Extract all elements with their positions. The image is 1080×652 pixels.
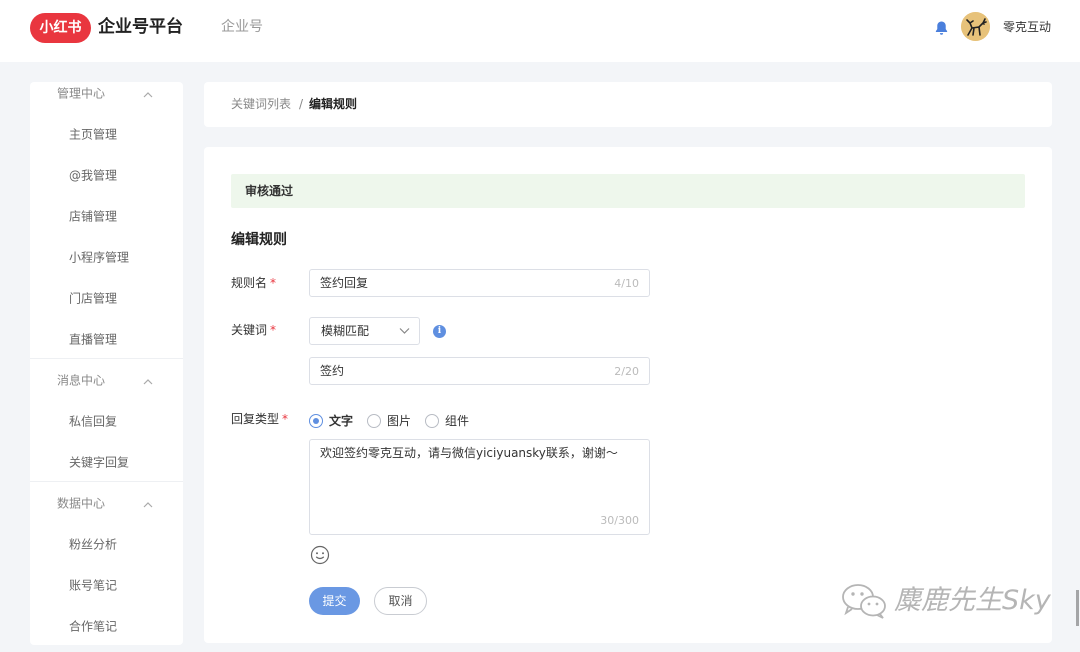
radio-dot xyxy=(367,414,381,428)
radio-dot xyxy=(309,414,323,428)
sidebar-item-dm-reply[interactable]: 私信回复 xyxy=(30,400,183,441)
radio-label: 文字 xyxy=(329,414,354,428)
status-banner: 审核通过 xyxy=(231,174,1025,208)
sidebar-item-label: 小程序管理 xyxy=(69,250,130,264)
match-mode-value: 模糊匹配 xyxy=(321,324,370,338)
sidebar-group-label: 管理中心 xyxy=(57,86,106,100)
sidebar-item-mentions[interactable]: @我管理 xyxy=(30,154,183,195)
sidebar-item-label: 账号笔记 xyxy=(69,578,118,592)
radio-dot xyxy=(425,414,439,428)
sidebar-item-label: 合作笔记 xyxy=(69,619,118,633)
wechat-icon xyxy=(842,584,886,619)
chevron-down-icon xyxy=(399,328,410,334)
radio-label: 图片 xyxy=(387,414,412,428)
breadcrumb: 关键词列表 / 编辑规则 xyxy=(204,82,1052,127)
sidebar-item-label: @我管理 xyxy=(69,168,118,182)
scrollbar-edge xyxy=(1076,590,1079,626)
emoji-icon[interactable] xyxy=(310,545,330,565)
required-mark: * xyxy=(270,276,277,290)
sidebar-item-label: 私信回复 xyxy=(69,414,118,428)
cancel-button[interactable]: 取消 xyxy=(374,587,427,615)
sidebar-group-label: 数据中心 xyxy=(57,496,106,510)
sidebar-group-data[interactable]: 数据中心 xyxy=(30,482,183,523)
reply-content-value: 欢迎签约零克互动，请与微信yiciyuansky联系，谢谢～ xyxy=(320,446,618,460)
chevron-up-icon xyxy=(143,378,153,384)
watermark-text: 麋鹿先生Sky xyxy=(894,585,1051,616)
rule-name-label-text: 规则名 xyxy=(231,276,268,290)
platform-title: 企业号平台 xyxy=(98,17,183,37)
required-mark: * xyxy=(270,323,277,337)
rule-name-input[interactable]: 签约回复 4/10 xyxy=(309,269,650,297)
sidebar-item-home[interactable]: 主页管理 xyxy=(30,113,183,154)
chevron-up-icon xyxy=(143,501,153,507)
sidebar-item-live[interactable]: 直播管理 xyxy=(30,318,183,359)
reply-content-textarea[interactable]: 欢迎签约零克互动，请与微信yiciyuansky联系，谢谢～ 30/300 xyxy=(309,439,650,535)
reply-type-label-text: 回复类型 xyxy=(231,412,280,426)
sidebar-item-store[interactable]: 店铺管理 xyxy=(30,195,183,236)
sidebar-item-miniprogram[interactable]: 小程序管理 xyxy=(30,236,183,277)
deer-icon xyxy=(961,12,990,41)
keyword-value: 签约 xyxy=(320,364,345,378)
reply-type-label: 回复类型 * xyxy=(231,412,288,427)
bell-icon[interactable] xyxy=(934,20,949,36)
required-mark: * xyxy=(282,412,289,426)
keyword-char-count: 2/20 xyxy=(614,365,639,378)
match-mode-select[interactable]: 模糊匹配 xyxy=(309,317,420,345)
status-text: 审核通过 xyxy=(245,184,294,198)
top-header: 小红书 企业号平台 企业号 零克互动 xyxy=(0,0,1080,62)
xiaohongshu-logo[interactable]: 小红书 xyxy=(30,13,91,43)
sidebar-item-label: 粉丝分析 xyxy=(69,537,118,551)
submit-button[interactable]: 提交 xyxy=(309,587,360,615)
rule-name-char-count: 4/10 xyxy=(614,277,639,290)
nav-enterprise[interactable]: 企业号 xyxy=(221,18,263,36)
reply-content-char-count: 30/300 xyxy=(600,514,639,527)
sidebar-item-label: 店铺管理 xyxy=(69,209,118,223)
sidebar-group-label: 消息中心 xyxy=(57,373,106,387)
sidebar: 管理中心 主页管理 @我管理 店铺管理 小程序管理 门店管理 直播管理 消息中心… xyxy=(30,82,183,645)
sidebar-item-coop-notes[interactable]: 合作笔记 xyxy=(30,605,183,645)
sidebar-item-label: 关键字回复 xyxy=(69,455,130,469)
user-name[interactable]: 零克互动 xyxy=(1003,19,1051,35)
avatar[interactable] xyxy=(961,12,990,41)
keyword-label-text: 关键词 xyxy=(231,323,268,337)
breadcrumb-parent-link[interactable]: 关键词列表 xyxy=(231,97,291,112)
keyword-label: 关键词 * xyxy=(231,323,276,338)
keyword-input[interactable]: 签约 2/20 xyxy=(309,357,650,385)
watermark: 麋鹿先生Sky xyxy=(840,580,1051,624)
edit-rule-card: 审核通过 编辑规则 规则名 * 签约回复 4/10 关键词 * 模糊匹配 i 签约 … xyxy=(204,147,1052,643)
sidebar-item-fans[interactable]: 粉丝分析 xyxy=(30,523,183,564)
sidebar-item-label: 主页管理 xyxy=(69,127,118,141)
rule-name-label: 规则名 * xyxy=(231,276,276,291)
sidebar-item-label: 直播管理 xyxy=(69,332,118,346)
rule-name-value: 签约回复 xyxy=(320,276,369,290)
radio-label: 组件 xyxy=(445,414,470,428)
sidebar-item-shop[interactable]: 门店管理 xyxy=(30,277,183,318)
breadcrumb-separator: / xyxy=(299,97,304,111)
section-title: 编辑规则 xyxy=(231,232,287,248)
chevron-up-icon xyxy=(143,91,153,97)
sidebar-item-account-notes[interactable]: 账号笔记 xyxy=(30,564,183,605)
breadcrumb-current: 编辑规则 xyxy=(309,97,358,111)
sidebar-group-management[interactable]: 管理中心 xyxy=(30,82,183,113)
sidebar-item-label: 门店管理 xyxy=(69,291,118,305)
sidebar-item-keyword-reply[interactable]: 关键字回复 xyxy=(30,441,183,482)
sidebar-group-messages[interactable]: 消息中心 xyxy=(30,359,183,400)
info-icon[interactable]: i xyxy=(433,325,446,338)
